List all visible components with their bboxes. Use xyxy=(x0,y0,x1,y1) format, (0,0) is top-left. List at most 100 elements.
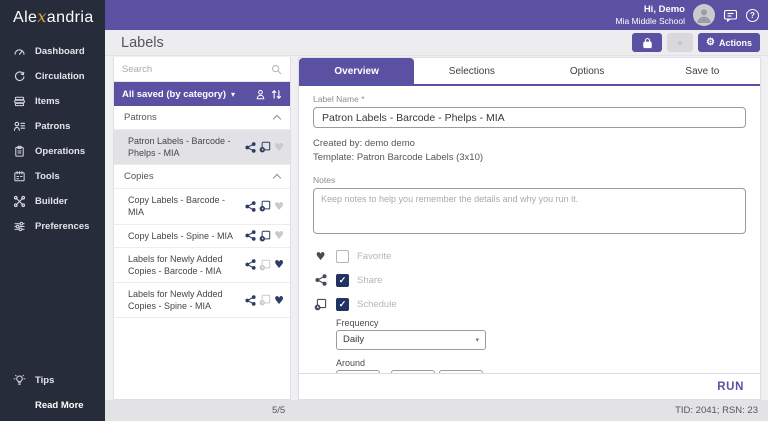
brand-logo: Alexandria xyxy=(0,0,105,27)
lock-button[interactable] xyxy=(632,33,662,52)
overview-tab-body: Label Name * Created by: demo demo Templ… xyxy=(299,86,760,373)
chat-icon[interactable] xyxy=(723,8,738,23)
notes-label: Notes xyxy=(313,175,746,185)
gauge-icon xyxy=(13,45,26,58)
sidebar-item-circulation[interactable]: Circulation xyxy=(0,64,105,89)
share-icon xyxy=(245,142,256,153)
help-icon[interactable]: ? xyxy=(746,9,759,22)
avatar[interactable] xyxy=(693,4,715,26)
saved-filter-bar[interactable]: All saved (by category) ▾ xyxy=(114,82,290,106)
detail-tabs: Overview Selections Options Save to xyxy=(299,58,760,86)
sidebar-item-patrons[interactable]: Patrons xyxy=(0,114,105,139)
sidebar-item-label: Dashboard xyxy=(35,46,85,57)
tips-link[interactable]: Tips xyxy=(13,374,54,387)
sidebar: Alexandria Dashboard Circulation Items P… xyxy=(0,0,105,421)
favorite-icon[interactable]: ♥ xyxy=(274,201,284,212)
sidebar-item-operations[interactable]: Operations xyxy=(0,139,105,164)
sidebar-item-label: Items xyxy=(35,96,60,107)
sidebar-item-items[interactable]: Items xyxy=(0,89,105,114)
frequency-label: Frequency xyxy=(336,318,746,328)
lock-icon xyxy=(642,37,653,49)
created-by-text: Created by: demo demo xyxy=(313,137,746,151)
sidebar-item-preferences[interactable]: Preferences xyxy=(0,214,105,239)
page-header: Labels + ⚙ Actions xyxy=(105,30,768,56)
share-icon xyxy=(313,274,328,286)
chevron-down-icon: ▾ xyxy=(231,90,235,99)
frequency-select[interactable]: Daily ▾ xyxy=(336,330,486,350)
run-button[interactable]: RUN xyxy=(717,381,744,393)
share-icon xyxy=(245,230,256,241)
tab-overview[interactable]: Overview xyxy=(299,58,414,84)
favorite-icon[interactable]: ♥ xyxy=(274,142,284,153)
person-filter-icon[interactable] xyxy=(255,89,266,100)
favorite-icon[interactable]: ♥ xyxy=(274,259,284,270)
chevron-down-icon: ▾ xyxy=(475,336,479,344)
sliders-icon xyxy=(13,220,26,233)
sidebar-item-label: Preferences xyxy=(35,221,89,232)
share-icon xyxy=(245,201,256,212)
schedule-icon xyxy=(259,230,271,242)
tab-selections[interactable]: Selections xyxy=(414,58,529,84)
actions-button[interactable]: ⚙ Actions xyxy=(698,33,760,52)
builder-icon xyxy=(13,195,26,208)
sidebar-item-tools[interactable]: Tools xyxy=(0,164,105,189)
brand-x-glyph: x xyxy=(37,7,46,26)
list-item[interactable]: Patron Labels - Barcode - Phelps - MIA ♥ xyxy=(114,130,290,165)
list-item[interactable]: Copy Labels - Barcode - MIA ♥ xyxy=(114,189,290,224)
section-header-copies[interactable]: Copies xyxy=(114,165,290,189)
favorite-checkbox[interactable] xyxy=(336,250,349,263)
saved-label-title: Copy Labels - Spine - MIA xyxy=(128,230,245,242)
sort-icon[interactable] xyxy=(271,89,282,100)
favorite-icon[interactable]: ♥ xyxy=(274,295,284,306)
saved-labels-panel: All saved (by category) ▾ Patrons Patron… xyxy=(113,57,291,400)
user-info[interactable]: Hi, Demo Mia Middle School xyxy=(616,4,685,26)
template-text: Template: Patron Barcode Labels (3x10) xyxy=(313,151,746,165)
list-item[interactable]: Copy Labels - Spine - MIA ♥ xyxy=(114,225,290,248)
share-icon xyxy=(245,259,256,270)
sidebar-item-label: Operations xyxy=(35,146,85,157)
share-row: Share xyxy=(313,274,746,287)
section-name: Patrons xyxy=(124,112,274,123)
sidebar-item-builder[interactable]: Builder xyxy=(0,189,105,214)
add-button[interactable]: + xyxy=(667,33,693,52)
tools-icon xyxy=(13,170,26,183)
list-item[interactable]: Labels for Newly Added Copies - Barcode … xyxy=(114,248,290,283)
status-bar: 5/5 TID: 2041; RSN: 23 xyxy=(105,400,768,421)
chevron-up-icon xyxy=(273,115,281,123)
clipboard-icon xyxy=(13,145,26,158)
search-icon xyxy=(271,64,282,75)
schedule-row: Schedule xyxy=(313,298,746,311)
section-header-patrons[interactable]: Patrons xyxy=(114,106,290,130)
schedule-checkbox[interactable] xyxy=(336,298,349,311)
sidebar-item-dashboard[interactable]: Dashboard xyxy=(0,39,105,64)
schedule-icon xyxy=(259,141,271,153)
share-checkbox[interactable] xyxy=(336,274,349,287)
sidebar-item-label: Circulation xyxy=(35,71,85,82)
notes-textarea[interactable] xyxy=(313,188,746,234)
schedule-icon xyxy=(259,294,271,306)
filter-label: All saved (by category) xyxy=(122,89,226,100)
favorite-row: ♥ Favorite xyxy=(313,250,746,263)
label-name-input[interactable] xyxy=(313,107,746,128)
result-count: 5/5 xyxy=(272,405,285,416)
around-label: Around xyxy=(336,358,746,368)
saved-label-title: Labels for Newly Added Copies - Spine - … xyxy=(128,288,245,312)
tid-rsn-text: TID: 2041; RSN: 23 xyxy=(675,405,758,416)
favorite-icon[interactable]: ♥ xyxy=(274,230,284,241)
read-more-link[interactable]: Read More xyxy=(35,400,84,411)
favorite-label: Favorite xyxy=(357,251,391,262)
circulation-icon xyxy=(13,70,26,83)
tab-save-to[interactable]: Save to xyxy=(645,58,760,84)
search-input[interactable] xyxy=(122,64,267,75)
label-detail-card: Overview Selections Options Save to Labe… xyxy=(298,57,761,400)
sidebar-nav: Dashboard Circulation Items Patrons Oper… xyxy=(0,39,105,239)
chevron-up-icon xyxy=(273,174,281,182)
lightbulb-icon xyxy=(13,374,26,387)
tab-options[interactable]: Options xyxy=(530,58,645,84)
saved-label-title: Labels for Newly Added Copies - Barcode … xyxy=(128,253,245,277)
saved-label-title: Copy Labels - Barcode - MIA xyxy=(128,194,245,218)
actions-label: Actions xyxy=(719,38,752,48)
list-item[interactable]: Labels for Newly Added Copies - Spine - … xyxy=(114,283,290,318)
sidebar-item-label: Patrons xyxy=(35,121,70,132)
share-label: Share xyxy=(357,275,382,286)
